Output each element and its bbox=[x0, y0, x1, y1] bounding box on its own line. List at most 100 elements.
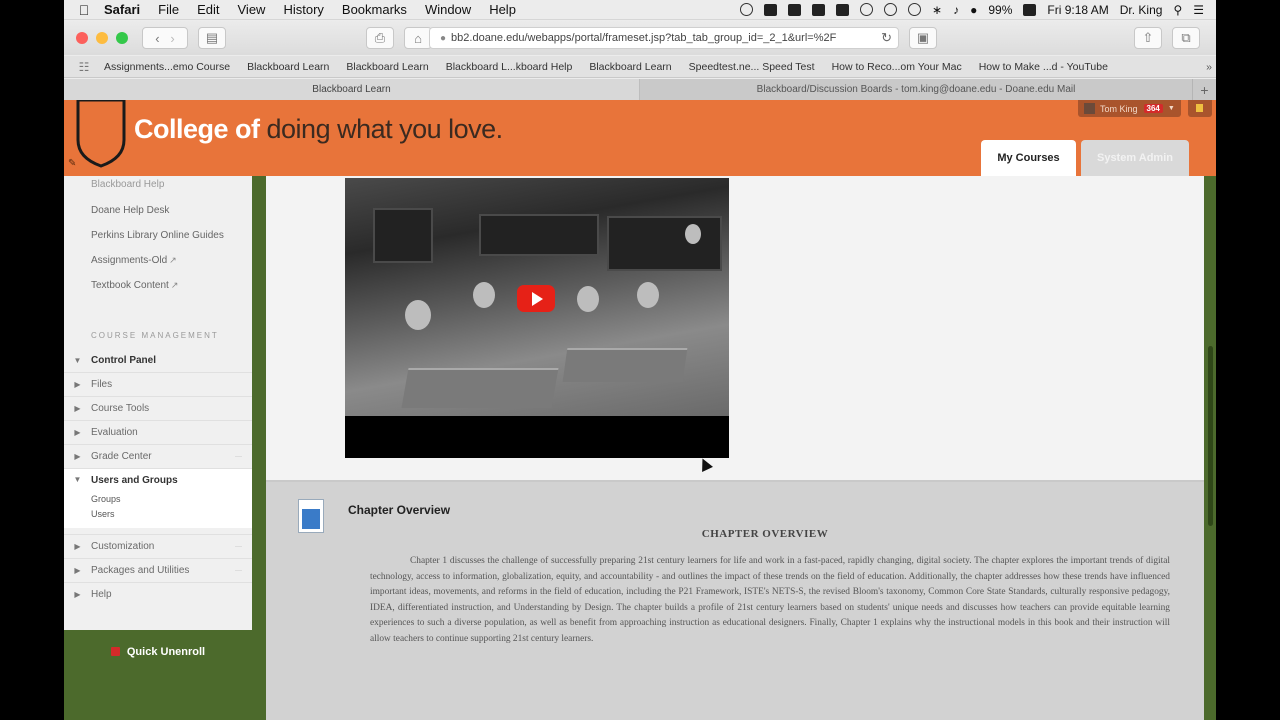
pencil-icon[interactable]: ✎ bbox=[68, 158, 76, 169]
back-forward-buttons[interactable]: ‹ › bbox=[142, 27, 188, 49]
tab-blackboard-learn[interactable]: Blackboard Learn bbox=[64, 79, 640, 100]
bluetooth-icon[interactable]: ∗ bbox=[932, 3, 942, 17]
clock[interactable]: Fri 9:18 AM bbox=[1047, 3, 1108, 17]
page-scrollbar[interactable] bbox=[1206, 176, 1216, 720]
menu-help[interactable]: Help bbox=[489, 2, 516, 17]
doane-shield-logo[interactable] bbox=[74, 100, 128, 168]
unenroll-icon bbox=[110, 647, 120, 656]
battery-icon[interactable] bbox=[1023, 3, 1037, 16]
cp-item-label: Evaluation bbox=[91, 427, 138, 438]
browser-toolbar: ‹ › ▤ ⎙ ⌂ ● bb2.doane.edu/webapps/portal… bbox=[64, 21, 1216, 55]
share-icon: ⇧ bbox=[1142, 30, 1154, 45]
menu-history[interactable]: History bbox=[283, 2, 323, 17]
scrollbar-thumb[interactable] bbox=[1208, 346, 1213, 526]
tab-my-courses[interactable]: My Courses bbox=[981, 140, 1076, 176]
share-button[interactable]: ⇧ bbox=[1134, 27, 1162, 49]
tagline-bold: College of bbox=[134, 114, 260, 144]
notification-badge: 364 bbox=[1143, 104, 1163, 113]
menu-app-name[interactable]: Safari bbox=[104, 2, 140, 17]
dropbox-icon[interactable] bbox=[764, 3, 778, 16]
chevron-down-icon: ▼ bbox=[73, 475, 82, 484]
cp-item-evaluation[interactable]: ▶ Evaluation bbox=[64, 420, 252, 444]
cloud-icon[interactable] bbox=[812, 3, 826, 16]
cp-item-grade-center[interactable]: ▶ Grade Center — bbox=[64, 444, 252, 468]
time-machine-icon[interactable] bbox=[908, 3, 922, 16]
wifi-icon[interactable]: ● bbox=[970, 3, 977, 17]
course-management-heading: COURSE MANAGEMENT bbox=[91, 331, 219, 340]
home-icon: ⌂ bbox=[414, 30, 422, 46]
bookmark-item[interactable]: Blackboard L...kboard Help bbox=[446, 61, 573, 73]
menu-view[interactable]: View bbox=[238, 2, 266, 17]
info-icon[interactable] bbox=[884, 3, 898, 16]
browser-tabs: Blackboard Learn Blackboard/Discussion B… bbox=[64, 79, 1216, 100]
menu-edit[interactable]: Edit bbox=[197, 2, 219, 17]
status-record-icon[interactable] bbox=[740, 3, 754, 16]
scroll-indicator-icon: — bbox=[235, 453, 242, 460]
student-figure bbox=[473, 282, 495, 308]
back-icon[interactable]: ‹ bbox=[155, 31, 159, 46]
spotlight-search-icon[interactable]: ⚲ bbox=[1173, 3, 1182, 17]
sub-item-users[interactable]: Users bbox=[91, 509, 115, 519]
chalkboard bbox=[479, 214, 599, 256]
sub-item-groups[interactable]: Groups bbox=[91, 494, 121, 504]
sidebar-link-help-desk[interactable]: Doane Help Desk bbox=[91, 205, 169, 216]
bookmark-item[interactable]: Blackboard Learn bbox=[346, 61, 428, 73]
zoom-window-button[interactable] bbox=[116, 32, 128, 44]
item-title[interactable]: Chapter Overview bbox=[348, 503, 450, 517]
embedded-video[interactable] bbox=[345, 178, 729, 458]
flag-icon[interactable] bbox=[1188, 100, 1212, 117]
global-user-menu[interactable]: Tom King 364 ▼ bbox=[1078, 100, 1181, 117]
user-menu[interactable]: Dr. King bbox=[1120, 3, 1163, 17]
tab-system-admin[interactable]: System Admin bbox=[1081, 140, 1189, 176]
airplay-icon[interactable] bbox=[860, 3, 874, 16]
bookmark-item[interactable]: How to Make ...d - YouTube bbox=[979, 61, 1108, 73]
extension-icon: ▣ bbox=[916, 30, 930, 45]
control-panel-header[interactable]: ▼ Control Panel bbox=[64, 348, 252, 372]
sidebar-toggle-button[interactable]: ▤ bbox=[198, 27, 226, 49]
home-button[interactable]: ⌂ bbox=[404, 27, 432, 49]
notification-center-icon[interactable]: ☰ bbox=[1193, 3, 1204, 17]
bookmark-item[interactable]: Speedtest.ne... Speed Test bbox=[689, 61, 815, 73]
new-tab-button[interactable]: + bbox=[1192, 79, 1216, 100]
avatar bbox=[1084, 103, 1095, 114]
forward-icon[interactable]: › bbox=[170, 31, 174, 46]
menu-bookmarks[interactable]: Bookmarks bbox=[342, 2, 407, 17]
cp-item-packages-utilities[interactable]: ▶ Packages and Utilities — bbox=[64, 558, 252, 582]
volume-icon[interactable]: ♪ bbox=[953, 3, 959, 17]
sidebar-link-assignments-old[interactable]: Assignments-Old ↗ bbox=[91, 255, 177, 266]
play-button[interactable] bbox=[517, 285, 555, 312]
notifications-icon[interactable] bbox=[836, 3, 850, 16]
menu-window[interactable]: Window bbox=[425, 2, 471, 17]
quick-unenroll-label: Quick Unenroll bbox=[126, 645, 206, 658]
close-window-button[interactable] bbox=[76, 32, 88, 44]
cp-item-help[interactable]: ▶ Help bbox=[64, 582, 252, 606]
minimize-window-button[interactable] bbox=[96, 32, 108, 44]
print-button[interactable]: ⎙ bbox=[366, 27, 394, 49]
reload-icon[interactable]: ↻ bbox=[881, 30, 892, 46]
sidebar-link-textbook-content[interactable]: Textbook Content ↗ bbox=[91, 280, 178, 291]
top-sites-icon[interactable]: ☷ bbox=[64, 60, 104, 74]
extension-button[interactable]: ▣ bbox=[909, 27, 937, 49]
bookmark-item[interactable]: Blackboard Learn bbox=[247, 61, 329, 73]
link-label: Assignments-Old bbox=[91, 255, 168, 266]
tabs-overview-button[interactable]: ⧉ bbox=[1172, 27, 1200, 49]
sidebar-link-blackboard-help[interactable]: Blackboard Help bbox=[91, 179, 164, 190]
bookmark-item[interactable]: Blackboard Learn bbox=[589, 61, 671, 73]
cp-item-customization[interactable]: ▶ Customization — bbox=[64, 534, 252, 558]
bookmark-item[interactable]: How to Reco...om Your Mac bbox=[832, 61, 962, 73]
sidebar-link-library-guides[interactable]: Perkins Library Online Guides bbox=[91, 230, 224, 241]
school-desk bbox=[562, 348, 688, 382]
address-bar[interactable]: ● bb2.doane.edu/webapps/portal/frameset.… bbox=[429, 27, 899, 49]
evernote-icon[interactable] bbox=[788, 3, 802, 16]
control-panel-label: Control Panel bbox=[91, 354, 157, 366]
tab-doane-mail[interactable]: Blackboard/Discussion Boards - tom.king@… bbox=[640, 79, 1192, 100]
quick-unenroll-button[interactable]: Quick Unenroll bbox=[64, 630, 252, 673]
more-bookmarks-icon[interactable]: » bbox=[1206, 61, 1212, 73]
cp-item-course-tools[interactable]: ▶ Course Tools bbox=[64, 396, 252, 420]
battery-percent: 99% bbox=[988, 2, 1013, 17]
cp-item-files[interactable]: ▶ Files bbox=[64, 372, 252, 396]
menu-file[interactable]: File bbox=[158, 2, 179, 17]
bookmark-item[interactable]: Assignments...emo Course bbox=[104, 61, 230, 73]
student-figure bbox=[405, 300, 431, 330]
apple-icon[interactable]:  bbox=[64, 2, 104, 18]
